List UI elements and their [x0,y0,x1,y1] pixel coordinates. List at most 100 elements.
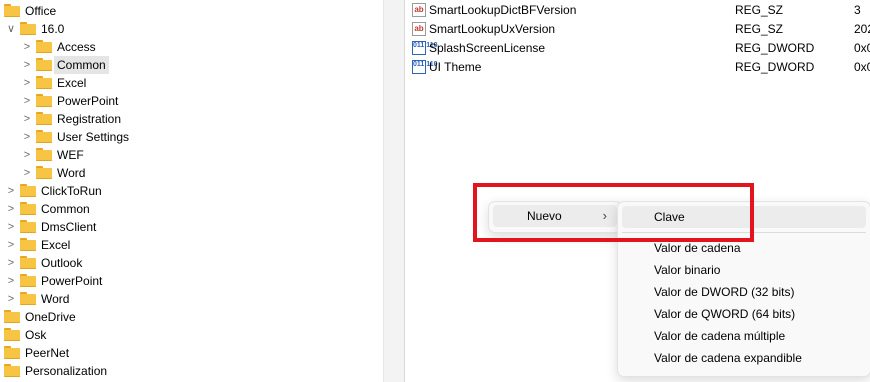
tree-node[interactable]: > User Settings [0,128,383,146]
tree-node[interactable]: OneDrive [0,308,383,326]
pane-splitter[interactable] [383,0,405,382]
tree-node[interactable]: > WEF [0,146,383,164]
value-data: 202 [854,22,870,36]
binary-value-icon: 011 110 [412,60,438,74]
submenu-item-label: Valor de cadena [654,241,741,255]
tree-node[interactable]: > Word [0,290,383,308]
value-row[interactable]: 011 110SplashScreenLicense REG_DWORD 0x0 [405,39,870,58]
chevron-right-icon[interactable]: > [22,164,32,182]
folder-icon [4,346,20,359]
value-row[interactable]: abSmartLookupUxVersion REG_SZ 202 [405,20,870,39]
new-submenu: Clave Valor de cadena Valor binario Valor d… [617,201,870,377]
submenu-item-label: Valor binario [654,263,721,277]
tree-node[interactable]: > PowerPoint [0,272,383,290]
tree-node[interactable]: > Word [0,164,383,182]
chevron-right-icon[interactable]: > [22,110,32,128]
tree-node-label: Access [57,40,96,54]
tree-node-label: Office [25,4,57,18]
value-name: UI Theme [429,60,482,74]
chevron-down-icon[interactable]: ∨ [6,20,16,38]
tree-node-label: Registration [57,112,122,126]
folder-icon [36,148,52,161]
submenu-item-value-type[interactable]: Valor de cadena múltiple [622,325,866,347]
folder-icon [36,166,52,179]
folder-icon [20,274,36,287]
tree-node[interactable]: Office [0,2,383,20]
binary-value-icon: 011 110 [412,41,438,55]
chevron-right-icon[interactable]: > [6,290,16,308]
submenu-item-value-type[interactable]: Valor de QWORD (64 bits) [622,303,866,325]
folder-icon [36,76,52,89]
chevron-right-icon[interactable]: > [6,218,16,236]
folder-icon [20,202,36,215]
folder-icon [20,22,36,35]
tree-node-label: Excel [41,238,71,252]
tree-node-label: Excel [57,76,87,90]
folder-icon [36,58,52,71]
tree-node[interactable]: > Common [0,56,383,74]
tree-node[interactable]: > Common [0,200,383,218]
chevron-right-icon[interactable]: > [6,254,16,272]
tree-node-label: 16.0 [41,22,65,36]
tree-node-label: User Settings [57,130,130,144]
tree-node-label: Word [41,292,70,306]
value-data: 0x0 [854,41,870,55]
tree-node[interactable]: > Outlook [0,254,383,272]
value-type: REG_DWORD [735,60,815,74]
tree-node[interactable]: > Registration [0,110,383,128]
submenu-item-key[interactable]: Clave [622,206,866,228]
chevron-right-icon[interactable]: > [22,38,32,56]
folder-icon [4,364,20,377]
tree-node[interactable]: PeerNet [0,344,383,362]
tree-node-label: PowerPoint [57,94,119,108]
value-type: REG_DWORD [735,41,815,55]
tree-node[interactable]: Personalization [0,362,383,380]
tree-node-label: Personalization [25,364,108,378]
submenu-item-value-type[interactable]: Valor de cadena [622,237,866,259]
tree-node-label: PowerPoint [41,274,103,288]
chevron-right-icon[interactable]: > [22,128,32,146]
tree-node[interactable]: > Excel [0,74,383,92]
value-name: SmartLookupUxVersion [429,22,556,36]
value-data: 3 [854,3,861,17]
registry-tree-pane[interactable]: Office ∨ 16.0 > Access > Common > Excel > PowerPoi… [0,0,383,382]
tree-node-label: ClickToRun [41,184,102,198]
tree-node[interactable]: ∨ 16.0 [0,20,383,38]
folder-icon [36,130,52,143]
folder-icon [4,4,20,17]
tree-node[interactable]: > PowerPoint [0,92,383,110]
submenu-item-value-type[interactable]: Valor de DWORD (32 bits) [622,281,866,303]
value-row[interactable]: ab SmartLookupDictBFVersion REG_SZ 3 [405,1,870,20]
menu-item-new-label: Nuevo [527,209,562,223]
submenu-item-label: Valor de QWORD (64 bits) [654,307,796,321]
chevron-right-icon[interactable]: > [6,236,16,254]
chevron-right-icon[interactable]: > [22,146,32,164]
submenu-item-value-type[interactable]: Valor binario [622,259,866,281]
chevron-right-icon[interactable]: > [22,92,32,110]
chevron-right-icon[interactable]: > [6,272,16,290]
value-name: SplashScreenLicense [429,41,546,55]
submenu-item-label: Valor de cadena múltiple [654,329,786,343]
chevron-right-icon[interactable]: > [22,74,32,92]
tree-node[interactable]: > Excel [0,236,383,254]
folder-icon [36,112,52,125]
tree-node-label: Osk [25,328,47,342]
value-name: SmartLookupDictBFVersion [429,3,577,17]
tree-node[interactable]: > ClickToRun [0,182,383,200]
tree-node-label: WEF [57,148,84,162]
tree-node[interactable]: > Access [0,38,383,56]
folder-icon [20,238,36,251]
tree-node-label: OneDrive [25,310,76,324]
tree-node[interactable]: Osk [0,326,383,344]
chevron-right-icon[interactable]: > [6,182,16,200]
folder-icon [20,292,36,305]
value-row[interactable]: 011 110UI Theme REG_DWORD 0x0 [405,58,870,77]
tree-node-label: Common [54,56,109,74]
menu-item-new[interactable]: Nuevo › [493,205,617,227]
chevron-right-icon[interactable]: > [6,200,16,218]
folder-icon [4,328,20,341]
chevron-right-icon[interactable]: > [22,56,32,74]
submenu-item-value-type[interactable]: Valor de cadena expandible [622,347,866,369]
tree-node-label: Word [57,166,86,180]
tree-node[interactable]: > DmsClient [0,218,383,236]
